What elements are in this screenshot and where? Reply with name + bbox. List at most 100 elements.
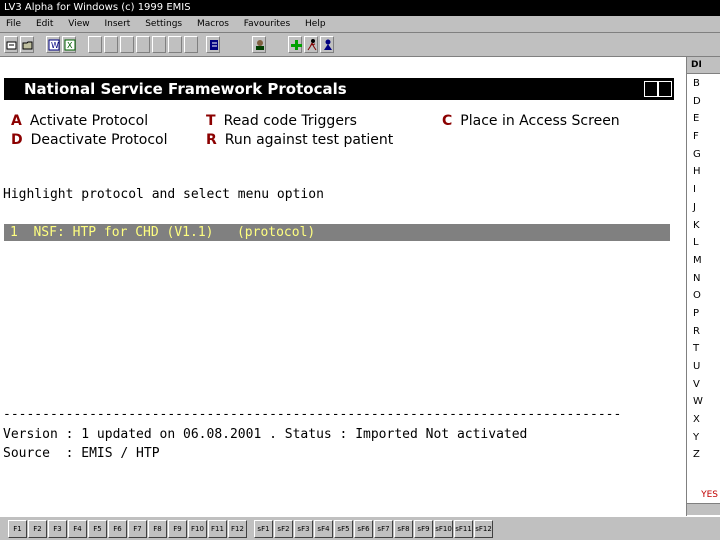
blank-icon[interactable] [168,36,182,53]
fkey-sf3[interactable]: sF3 [294,520,313,538]
menu-macros[interactable]: Macros [197,19,229,29]
menu-insert[interactable]: Insert [104,19,130,29]
sidebar-letter-f[interactable]: F [687,128,720,146]
protocol-row[interactable]: 1 NSF: HTP for CHD (V1.1) (protocol) [4,224,670,241]
option-key: R [206,132,217,148]
sidebar-letter-m[interactable]: M [687,252,720,270]
sidebar-scrollbar[interactable] [687,503,720,515]
sidebar-letter-p[interactable]: P [687,305,720,323]
menu-settings[interactable]: Settings [145,19,182,29]
option-label: Deactivate Protocol [30,132,168,148]
protocol-row-text: 1 NSF: HTP for CHD (V1.1) (protocol) [10,225,316,240]
option-deactivate-protocol[interactable]: D Deactivate Protocol [11,132,168,148]
menu-help[interactable]: Help [305,19,326,29]
sidebar-letter-u[interactable]: U [687,358,720,376]
menu-edit[interactable]: Edit [36,19,53,29]
sidebar-letter-t[interactable]: T [687,340,720,358]
sidebar-letter-h[interactable]: H [687,163,720,181]
fkey-sf5[interactable]: sF5 [334,520,353,538]
option-label: Read code Triggers [223,113,357,129]
fkey-f11[interactable]: F11 [208,520,227,538]
fkey-f12[interactable]: F12 [228,520,247,538]
option-key: A [11,113,22,129]
blank-icon[interactable] [120,36,134,53]
sidebar-letter-l[interactable]: L [687,234,720,252]
sidebar-letter-n[interactable]: N [687,270,720,288]
blank-icon[interactable] [88,36,102,53]
sidebar-letter-y[interactable]: Y [687,429,720,447]
blank-icon[interactable] [184,36,198,53]
version-line: Version : 1 updated on 06.08.2001 . Stat… [3,427,528,442]
sidebar-letter-w[interactable]: W [687,393,720,411]
fkey-sf10[interactable]: sF10 [434,520,453,538]
fkey-sf11[interactable]: sF11 [454,520,473,538]
sidebar-letter-k[interactable]: K [687,217,720,235]
fkey-sf4[interactable]: sF4 [314,520,333,538]
sidebar-letter-r[interactable]: R [687,323,720,341]
option-place-access-screen[interactable]: C Place in Access Screen [442,113,620,129]
sidebar-letter-b[interactable]: B [687,75,720,93]
word-icon[interactable]: W [46,36,60,53]
option-key: D [11,132,23,148]
fkey-f6[interactable]: F6 [108,520,127,538]
blank-icon[interactable] [104,36,118,53]
fkey-f3[interactable]: F3 [48,520,67,538]
window-icon[interactable] [644,81,672,97]
option-read-code-triggers[interactable]: T Read code Triggers [206,113,357,129]
fkey-f10[interactable]: F10 [188,520,207,538]
option-key: C [442,113,453,129]
runner-icon[interactable] [304,36,318,53]
sidebar-letter-d[interactable]: D [687,93,720,111]
fkey-sf6[interactable]: sF6 [354,520,373,538]
fkey-sf7[interactable]: sF7 [374,520,393,538]
menu-favourites[interactable]: Favourites [244,19,290,29]
notes-icon[interactable] [206,36,220,53]
fkey-sf2[interactable]: sF2 [274,520,293,538]
folder-icon[interactable] [20,36,34,53]
fkey-f7[interactable]: F7 [128,520,147,538]
menu-view[interactable]: View [68,19,89,29]
person-icon[interactable] [252,36,266,53]
option-activate-protocol[interactable]: A Activate Protocol [11,113,148,129]
sidebar-letter-v[interactable]: V [687,376,720,394]
option-label: Place in Access Screen [460,113,620,129]
sidebar-letter-z[interactable]: Z [687,446,720,464]
fkey-sf9[interactable]: sF9 [414,520,433,538]
sidebar-letter-g[interactable]: G [687,146,720,164]
menu-file[interactable]: File [6,19,21,29]
sidebar-header: DI [687,57,720,74]
fkey-sf12[interactable]: sF12 [474,520,493,538]
letter-index: BDEFGHIJKLMNOPRTUVWXYZ [687,75,720,464]
option-run-test-patient[interactable]: R Run against test patient [206,132,393,148]
panel-header: National Service Framework Protocals [4,78,674,100]
instruction-text: Highlight protocol and select menu optio… [3,187,324,202]
window-titlebar: LV3 Alpha for Windows (c) 1999 EMIS [0,0,720,16]
excel-icon[interactable]: X [62,36,76,53]
fkey-f8[interactable]: F8 [148,520,167,538]
fkey-sf1[interactable]: sF1 [254,520,273,538]
option-label: Run against test patient [224,132,394,148]
fkey-f5[interactable]: F5 [88,520,107,538]
blank-icon[interactable] [136,36,150,53]
separator-line: ----------------------------------------… [3,407,622,422]
fkey-f1[interactable]: F1 [8,520,27,538]
fkey-f4[interactable]: F4 [68,520,87,538]
sidebar-letter-o[interactable]: O [687,287,720,305]
sidebar-letter-j[interactable]: J [687,199,720,217]
panel-title: National Service Framework Protocals [24,80,347,98]
sidebar-letter-i[interactable]: I [687,181,720,199]
sidebar-letter-x[interactable]: X [687,411,720,429]
fkey-f9[interactable]: F9 [168,520,187,538]
sidebar-letter-e[interactable]: E [687,110,720,128]
fkey-f2[interactable]: F2 [28,520,47,538]
plus-icon[interactable] [288,36,302,53]
fkey-sf8[interactable]: sF8 [394,520,413,538]
option-label: Activate Protocol [29,113,149,129]
source-line: Source : EMIS / HTP [3,446,160,461]
blank-icon[interactable] [152,36,166,53]
svg-text:X: X [67,41,73,50]
alpha-index-sidebar: DI BDEFGHIJKLMNOPRTUVWXYZ YES [686,57,720,516]
toolbar: W X [0,33,720,57]
user-icon[interactable] [320,36,334,53]
edit-icon[interactable] [4,36,18,53]
